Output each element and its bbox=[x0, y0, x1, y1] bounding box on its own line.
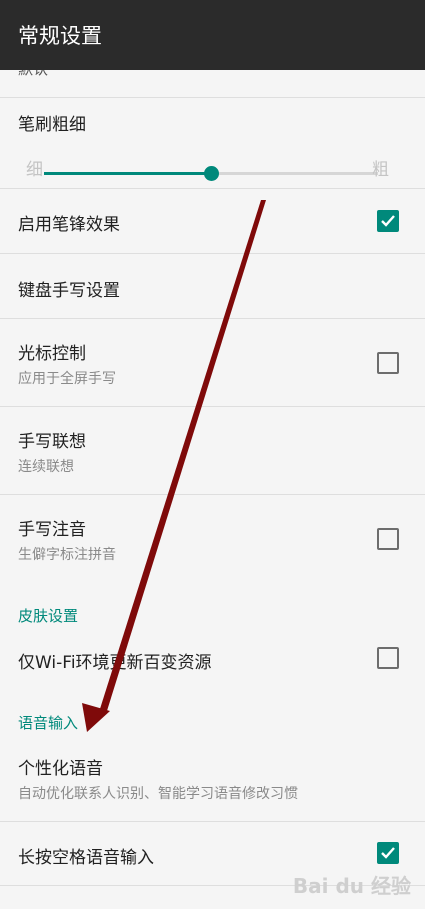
wifi-update-row[interactable]: 仅Wi-Fi环境更新百变资源 bbox=[0, 630, 425, 690]
slider-min-label: 细 bbox=[26, 160, 43, 180]
handwriting-phonetic-row[interactable]: 手写注音 生僻字标注拼音 bbox=[0, 495, 425, 583]
check-icon bbox=[381, 847, 395, 859]
keyboard-handwriting-title: 键盘手写设置 bbox=[18, 281, 120, 301]
cursor-control-row[interactable]: 光标控制 应用于全屏手写 bbox=[0, 319, 425, 407]
cursor-control-subtitle: 应用于全屏手写 bbox=[18, 371, 116, 387]
personalized-voice-row[interactable]: 个性化语音 自动优化联系人识别、智能学习语音修改习惯 bbox=[0, 740, 425, 822]
settings-list[interactable]: 默认 笔刷粗细 细 粗 启用笔锋效果 键盘手写设置 光标控制 应用于全屏手写 手… bbox=[0, 70, 425, 909]
keyboard-handwriting-row[interactable]: 键盘手写设置 bbox=[0, 254, 425, 319]
page-title: 常规设置 bbox=[18, 24, 102, 48]
check-icon bbox=[381, 215, 395, 227]
cursor-control-checkbox[interactable] bbox=[377, 352, 399, 374]
app-bar: 常规设置 bbox=[0, 0, 425, 70]
handwriting-association-row[interactable]: 手写联想 连续联想 bbox=[0, 407, 425, 495]
stroke-effect-title: 启用笔锋效果 bbox=[18, 215, 120, 235]
handwriting-phonetic-checkbox[interactable] bbox=[377, 528, 399, 550]
brush-size-row: 笔刷粗细 细 粗 bbox=[0, 98, 425, 189]
clipped-row: 默认 bbox=[0, 70, 425, 98]
handwriting-phonetic-title: 手写注音 bbox=[18, 520, 86, 540]
skin-section-header: 皮肤设置 bbox=[18, 607, 79, 625]
handwriting-phonetic-subtitle: 生僻字标注拼音 bbox=[18, 547, 116, 563]
wifi-update-checkbox[interactable] bbox=[377, 647, 399, 669]
personalized-voice-title: 个性化语音 bbox=[18, 759, 103, 779]
clipped-row-value: 默认 bbox=[18, 70, 48, 79]
slider-fill bbox=[44, 172, 211, 175]
slider-thumb[interactable] bbox=[204, 166, 219, 181]
handwriting-association-subtitle: 连续联想 bbox=[18, 459, 74, 475]
personalized-voice-subtitle: 自动优化联系人识别、智能学习语音修改习惯 bbox=[18, 786, 298, 802]
stroke-effect-checkbox[interactable] bbox=[377, 210, 399, 232]
voice-section-header: 语音输入 bbox=[18, 714, 79, 732]
longpress-voice-title: 长按空格语音输入 bbox=[18, 848, 154, 868]
watermark: Bai du 经验 bbox=[292, 874, 411, 898]
wifi-update-title: 仅Wi-Fi环境更新百变资源 bbox=[18, 653, 212, 673]
cursor-control-title: 光标控制 bbox=[18, 344, 86, 364]
handwriting-association-title: 手写联想 bbox=[18, 432, 86, 452]
stroke-effect-row[interactable]: 启用笔锋效果 bbox=[0, 189, 425, 254]
brush-size-slider[interactable] bbox=[44, 166, 378, 181]
brush-size-title: 笔刷粗细 bbox=[18, 115, 86, 135]
slider-max-label: 粗 bbox=[372, 160, 389, 180]
longpress-voice-checkbox[interactable] bbox=[377, 842, 399, 864]
